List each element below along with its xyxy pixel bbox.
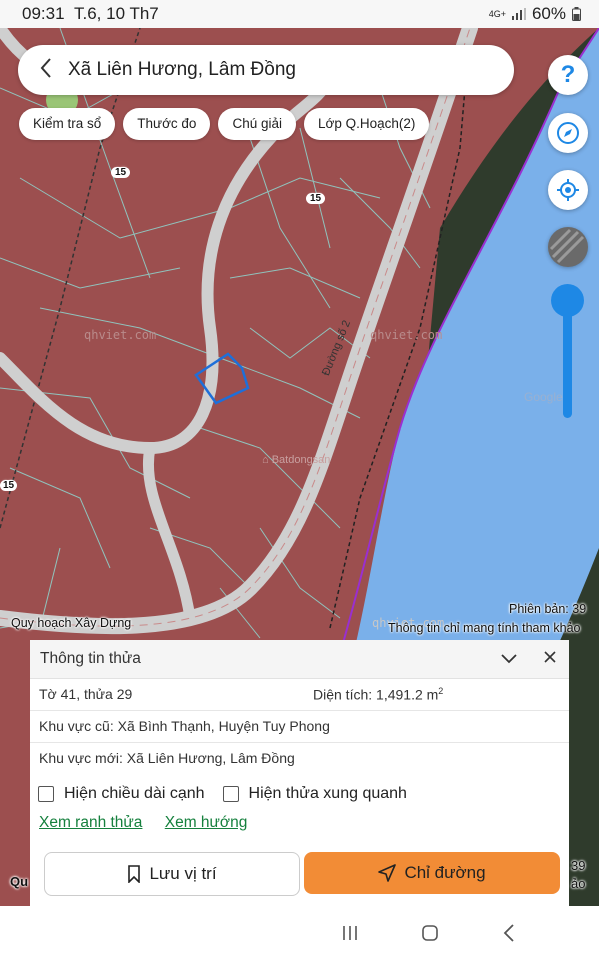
- recents-icon[interactable]: [341, 924, 359, 947]
- zoom-slider-track[interactable]: [563, 300, 572, 418]
- neighbors-checkbox[interactable]: [222, 786, 239, 802]
- layer-label-partial: Qu: [10, 874, 29, 889]
- compass-button[interactable]: [548, 113, 588, 153]
- parcel-id-row: Tờ 41, thửa 29 Diện tích: 1,491.2 m2: [30, 679, 569, 711]
- help-button[interactable]: ?: [548, 55, 588, 95]
- chip-measure[interactable]: Thước đo: [123, 108, 211, 140]
- back-icon[interactable]: [502, 924, 516, 947]
- options-row: Hiện chiều dài cạnh Hiện thửa xung quanh: [38, 785, 407, 803]
- area-field: Diện tích: 1,491.2 m2: [313, 686, 443, 703]
- edge-length-label: Hiện chiều dài cạnh: [64, 785, 205, 802]
- locate-button[interactable]: [548, 170, 588, 210]
- disclaimer-label-partial: ảo: [571, 876, 586, 891]
- new-area: Khu vực mới: Xã Liên Hương, Lâm Đồng: [39, 750, 295, 766]
- layers-icon: [549, 228, 585, 264]
- directions-label: Chỉ đường: [404, 863, 486, 882]
- locate-icon: [557, 179, 579, 201]
- save-location-button[interactable]: Lưu vị trí: [44, 852, 300, 896]
- home-icon[interactable]: [421, 924, 439, 947]
- layers-button[interactable]: [548, 227, 588, 267]
- edge-length-checkbox[interactable]: [38, 786, 54, 802]
- layer-label: Quy hoạch Xây Dựng: [11, 616, 132, 630]
- sheet-parcel: Tờ 41, thửa 29: [39, 686, 133, 702]
- new-area-label: Khu vực mới:: [39, 750, 123, 766]
- chevron-down-icon[interactable]: [500, 649, 518, 672]
- parcel-info-panel: Thông tin thửa Tờ 41, thửa 29 Diện tích:…: [30, 640, 569, 906]
- status-right: 4G+ 60%: [489, 4, 581, 24]
- new-area-row: Khu vực mới: Xã Liên Hương, Lâm Đồng: [30, 743, 569, 774]
- search-bar[interactable]: Xã Liên Hương, Lâm Đồng: [18, 45, 514, 95]
- version-label-partial: 39: [571, 858, 586, 873]
- network-type: 4G+: [488, 8, 506, 19]
- route-shield: 15: [306, 193, 326, 204]
- panel-title: Thông tin thửa: [40, 650, 141, 667]
- compass-icon: [557, 122, 579, 144]
- route-shield: 15: [0, 480, 18, 491]
- system-nav-bar: [0, 906, 599, 960]
- battery-icon: [572, 7, 581, 21]
- send-icon: [378, 864, 397, 882]
- chip-legend[interactable]: Chú giải: [218, 108, 296, 140]
- view-direction-link[interactable]: Xem hướng: [165, 814, 248, 831]
- route-shield: 15: [111, 167, 131, 178]
- bookmark-icon: [128, 865, 141, 883]
- neighbors-label: Hiện thửa xung quanh: [248, 785, 407, 802]
- panel-header: Thông tin thửa: [30, 640, 569, 679]
- watermark-text: qhviet.com: [84, 328, 157, 342]
- back-arrow-icon[interactable]: [24, 55, 68, 86]
- new-area-value: Xã Liên Hương, Lâm Đồng: [126, 750, 295, 766]
- watermark-text: qhviet.com: [370, 328, 443, 342]
- close-icon[interactable]: [542, 649, 558, 670]
- view-boundary-link[interactable]: Xem ranh thửa: [39, 814, 142, 831]
- panel-links: Xem ranh thửa Xem hướng: [39, 814, 265, 832]
- location-title: Xã Liên Hương, Lâm Đồng: [68, 59, 296, 80]
- old-area-row: Khu vực cũ: Xã Bình Thạnh, Huyện Tuy Pho…: [30, 711, 569, 743]
- signal-icon: [511, 8, 526, 20]
- version-label: Phiên bản: 39: [509, 602, 587, 616]
- disclaimer-label: Thông tin chỉ mang tính tham khảo: [388, 621, 581, 635]
- old-area-value: Xã Bình Thạnh, Huyện Tuy Phong: [117, 718, 330, 734]
- old-area: Khu vực cũ: Xã Bình Thạnh, Huyện Tuy Pho…: [39, 718, 330, 734]
- old-area-label: Khu vực cũ:: [39, 718, 114, 734]
- status-date: T.6, 10 Th7: [74, 4, 159, 23]
- battery-percent: 60%: [531, 4, 566, 23]
- area-value: 1,491.2 m: [376, 686, 439, 703]
- bds-watermark: ⌂ Batdongsan: [262, 454, 331, 466]
- save-location-label: Lưu vị trí: [149, 864, 217, 883]
- filter-chips: Kiểm tra sổ Thước đo Chú giải Lớp Q.Hoạc…: [19, 108, 430, 140]
- area-label: Diện tích:: [313, 686, 373, 703]
- status-bar: 09:31 T.6, 10 Th7 4G+ 60%: [0, 0, 599, 28]
- status-time: 09:31 T.6, 10 Th7: [22, 4, 159, 23]
- directions-button[interactable]: Chỉ đường: [304, 852, 560, 894]
- chip-planning-layer[interactable]: Lớp Q.Hoạch(2): [303, 108, 430, 140]
- zoom-slider-thumb[interactable]: [551, 284, 584, 317]
- google-watermark: Google: [524, 390, 563, 404]
- area-unit-sup: 2: [438, 686, 444, 696]
- help-icon: ?: [560, 61, 576, 88]
- chip-check-book[interactable]: Kiểm tra sổ: [19, 108, 116, 140]
